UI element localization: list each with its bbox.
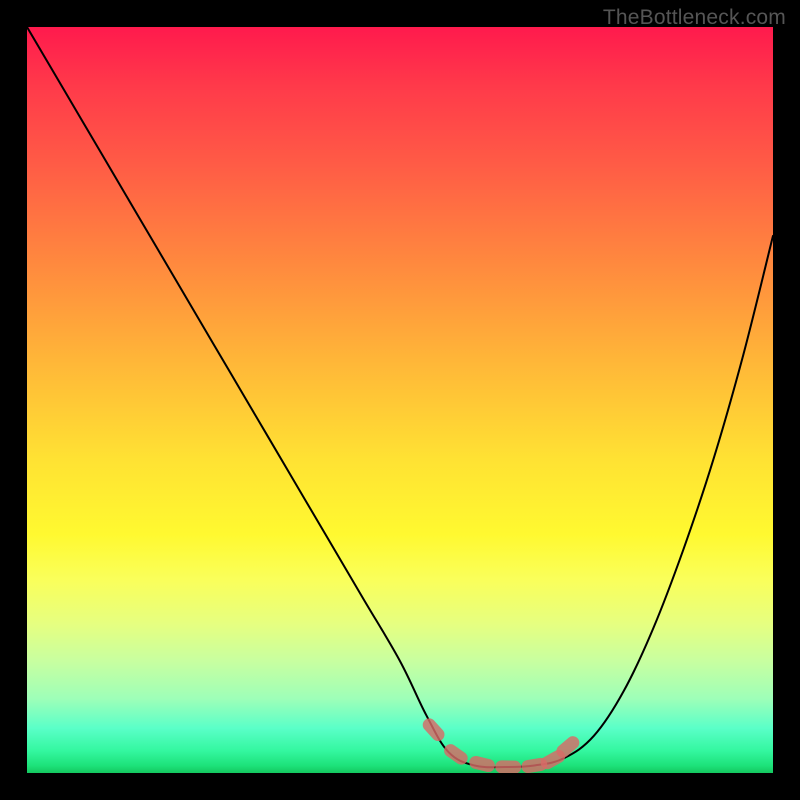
bottleneck-curve-line <box>27 27 773 767</box>
floor-marker <box>495 760 521 773</box>
curve-svg <box>27 27 773 773</box>
plot-area <box>27 27 773 773</box>
floor-markers-group <box>420 716 582 773</box>
chart-frame: TheBottleneck.com <box>0 0 800 800</box>
floor-marker <box>468 755 496 773</box>
floor-marker <box>420 716 447 744</box>
